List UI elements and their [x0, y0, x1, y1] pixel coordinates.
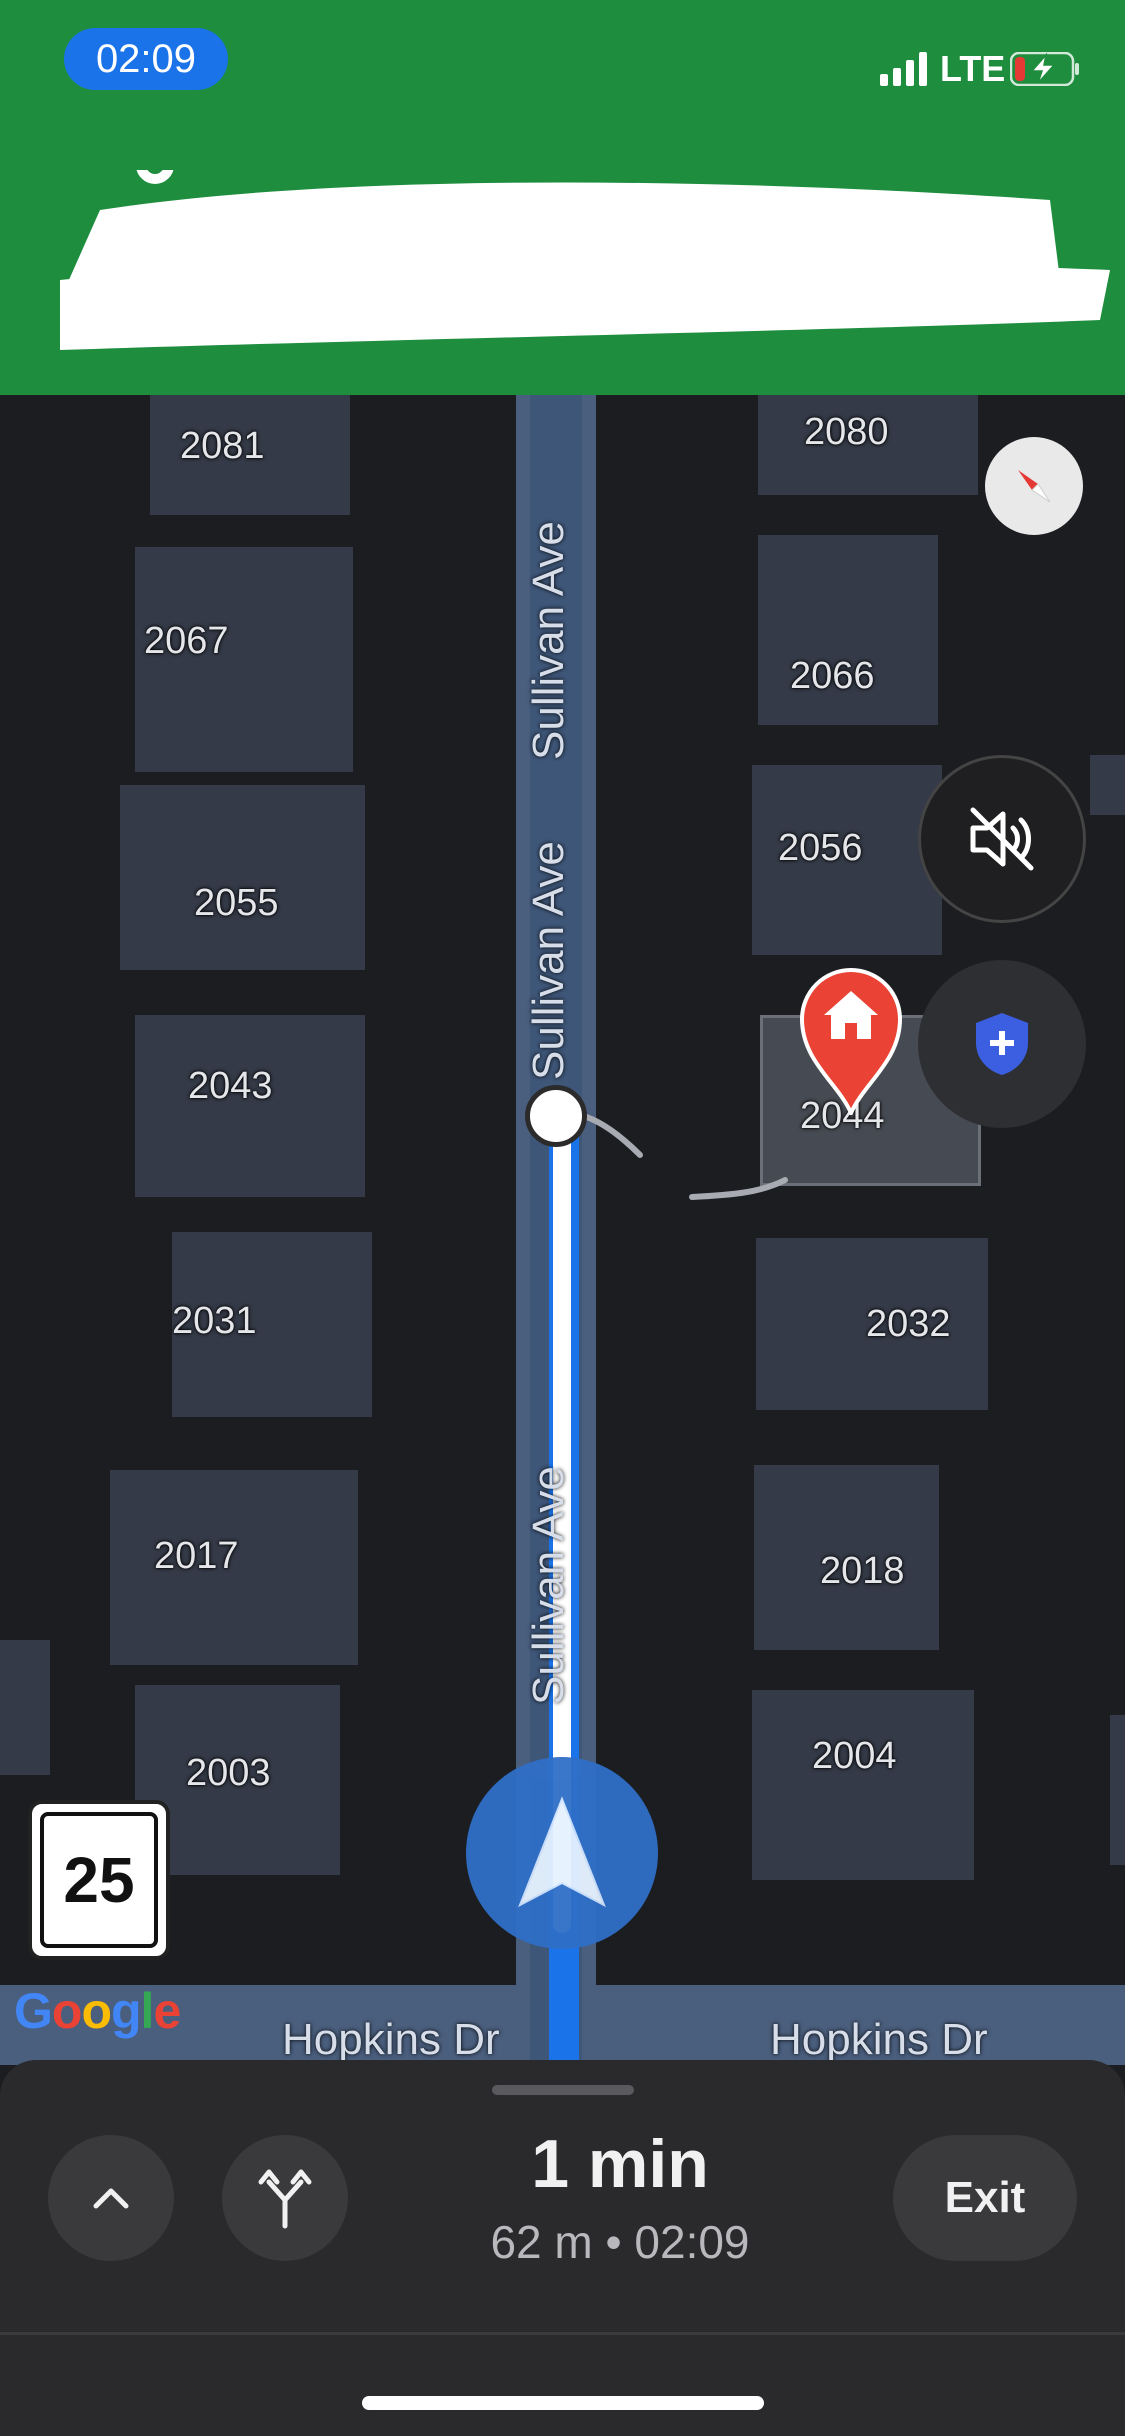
network-label: LTE — [940, 48, 1006, 89]
logo-letter: l — [140, 1983, 155, 2039]
google-logo: Google — [14, 1982, 181, 2040]
volume-off-icon — [970, 807, 1034, 871]
house-number: 2017 — [154, 1535, 239, 1577]
house-number: 2067 — [144, 620, 229, 662]
signal-icon — [880, 52, 927, 86]
eta-duration: 1 min — [531, 2126, 709, 2202]
fork-arrows-icon — [258, 2169, 312, 2229]
arrival-point-marker — [525, 1085, 587, 1147]
separator-dot: • — [605, 2216, 622, 2268]
cross-street-label: Hopkins Dr — [282, 2015, 500, 2064]
house-number: 2032 — [866, 1303, 951, 1345]
safety-button[interactable] — [918, 960, 1086, 1128]
street-label: Sullivan Ave — [524, 841, 573, 1080]
walking-path — [577, 1112, 788, 1200]
shield-plus-icon — [976, 1013, 1028, 1075]
navigation-arrow[interactable] — [466, 1757, 658, 1949]
house-number: 2081 — [180, 425, 265, 467]
logo-letter: g — [111, 1983, 142, 2039]
logo-letter: o — [51, 1983, 83, 2039]
house-number: 2066 — [790, 655, 875, 697]
alternate-routes-button[interactable] — [222, 2135, 348, 2261]
trip-distance: 62 m — [490, 2216, 593, 2268]
building — [1090, 755, 1125, 815]
street-label: Sullivan Ave — [524, 521, 573, 760]
house-number: 2003 — [186, 1752, 271, 1794]
house-number: 2004 — [812, 1735, 897, 1777]
expand-button[interactable] — [48, 2135, 174, 2261]
redacted-instruction — [60, 170, 1110, 350]
compass-icon — [1018, 470, 1051, 503]
arrival-time: 02:09 — [634, 2216, 750, 2268]
home-indicator[interactable] — [362, 2396, 764, 2410]
compass-button[interactable] — [985, 437, 1083, 535]
mute-button[interactable] — [918, 755, 1086, 923]
house-number: 2018 — [820, 1550, 905, 1592]
house-number: 2043 — [188, 1065, 273, 1107]
cross-street-label: Hopkins Dr — [770, 2015, 988, 2064]
building — [0, 1640, 50, 1775]
exit-button[interactable]: Exit — [893, 2135, 1077, 2261]
logo-letter: o — [81, 1983, 112, 2039]
logo-letter: e — [153, 1983, 181, 2039]
house-number: 2055 — [194, 882, 279, 924]
status-time: 02:09 — [64, 28, 228, 90]
speed-limit-sign: 25 — [28, 1800, 170, 1960]
home-pin-icon[interactable] — [798, 965, 904, 1115]
battery-charging-icon — [1010, 52, 1079, 86]
house-number: 2056 — [778, 827, 863, 869]
sheet-drag-handle[interactable] — [492, 2085, 634, 2095]
building — [1110, 1715, 1125, 1865]
navigation-arrow-icon — [518, 1796, 606, 1908]
building — [752, 1690, 974, 1880]
house-number: 2080 — [804, 411, 889, 453]
street-label: Sullivan Ave — [524, 1466, 573, 1705]
chevron-up-icon — [93, 2188, 129, 2209]
speed-limit-value: 25 — [40, 1812, 158, 1948]
house-number: 2031 — [172, 1300, 257, 1342]
eta-details: 62 m • 02:09 — [380, 2215, 860, 2269]
building — [120, 785, 365, 970]
sheet-divider — [0, 2332, 1125, 2335]
logo-letter: G — [14, 1983, 53, 2039]
